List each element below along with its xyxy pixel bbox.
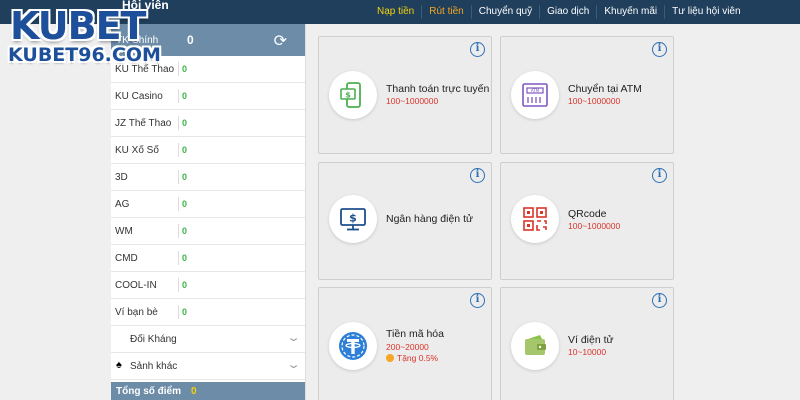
- card-range: 100~1000000: [386, 96, 439, 106]
- payment-card-ebanking[interactable]: i $ Ngân hàng điện tử: [318, 162, 492, 280]
- wallet-row: 3D 0: [111, 164, 305, 191]
- card-title: QRcode: [568, 208, 607, 220]
- payment-card-atm[interactable]: i ATM Chuyển tại ATM 100~1000000: [500, 36, 674, 154]
- mobile-payment-icon: $: [329, 71, 377, 119]
- svg-text:ATM: ATM: [531, 88, 540, 93]
- atm-icon: ATM: [511, 71, 559, 119]
- payment-card-online[interactable]: i $ Thanh toán trực tuyến 100~1000000: [318, 36, 492, 154]
- payment-card-crypto[interactable]: i Tiền mã hóa 200~20000 Tặng 0.5%: [318, 287, 492, 400]
- wallet-value: 0: [178, 305, 187, 319]
- wallet-label: AG: [115, 198, 130, 210]
- card-title: Tiền mã hóa: [386, 328, 444, 340]
- wallet-value: 0: [178, 197, 187, 211]
- refresh-icon[interactable]: ⟳: [274, 31, 287, 51]
- wallet-value: 0: [178, 251, 187, 265]
- info-icon[interactable]: i: [470, 168, 485, 183]
- wallet-value: 0: [178, 116, 187, 130]
- wallet-label: JZ Thể Thao: [115, 117, 172, 129]
- total-points-row: Tổng số điểm 0: [111, 382, 305, 400]
- card-title: Ví điện tử: [568, 334, 614, 346]
- e-wallet-icon: [511, 322, 559, 370]
- card-title: Chuyển tại ATM: [568, 83, 642, 95]
- info-icon[interactable]: i: [470, 293, 485, 308]
- wallet-row: JZ Thể Thao 0: [111, 110, 305, 137]
- card-title: Ngân hàng điện tử: [386, 213, 474, 225]
- svg-text:$: $: [345, 91, 351, 100]
- wallet-row: KU Xổ Số 0: [111, 137, 305, 164]
- main-nav: Nạp tiền Rút tiền Chuyển quỹ Giao dịch K…: [370, 0, 748, 24]
- chevron-down-icon: ⌄: [286, 332, 301, 344]
- group-versus[interactable]: Đối Kháng ⌄: [111, 326, 305, 353]
- kubet-logo: KUBET KUBET96.COM: [8, 4, 168, 74]
- card-range: 10~10000: [568, 347, 607, 357]
- wallet-row: WM 0: [111, 218, 305, 245]
- wallet-row: COOL-IN 0: [111, 272, 305, 299]
- info-icon[interactable]: i: [652, 42, 667, 57]
- wallet-value: 0: [178, 224, 187, 238]
- card-range: 100~1000000: [568, 221, 621, 231]
- logo-main-text: KUBET: [10, 4, 146, 48]
- spade-icon: ♠: [116, 359, 122, 371]
- main-account-value: 0: [187, 33, 194, 47]
- nav-deposit[interactable]: Nạp tiền: [370, 5, 423, 19]
- online-banking-icon: $: [329, 195, 377, 243]
- nav-transactions[interactable]: Giao dịch: [540, 5, 598, 19]
- wallet-label: CMD: [115, 252, 138, 264]
- info-icon[interactable]: i: [470, 42, 485, 57]
- group-other-lobby-label: Sảnh khác: [130, 360, 178, 372]
- info-icon[interactable]: i: [652, 293, 667, 308]
- payment-card-qrcode[interactable]: i QRcode 100~1000000: [500, 162, 674, 280]
- nav-withdraw[interactable]: Rút tiền: [422, 5, 472, 19]
- info-icon[interactable]: i: [652, 168, 667, 183]
- tether-icon: [329, 322, 377, 370]
- card-range: 100~1000000: [568, 96, 621, 106]
- wallet-value: 0: [178, 89, 187, 103]
- wallet-value: 0: [178, 62, 187, 76]
- qrcode-icon: [511, 195, 559, 243]
- nav-promotions[interactable]: Khuyến mãi: [597, 5, 666, 19]
- wallet-label: COOL-IN: [115, 279, 157, 291]
- wallet-label: KU Xổ Số: [115, 144, 159, 156]
- wallet-value: 0: [178, 278, 187, 292]
- wallet-row: CMD 0: [111, 245, 305, 272]
- svg-text:$: $: [349, 212, 357, 225]
- nav-transfer[interactable]: Chuyển quỹ: [472, 5, 541, 19]
- wallet-row: KU Casino 0: [111, 83, 305, 110]
- card-bonus-text: Tặng 0.5%: [397, 353, 439, 363]
- wallet-label: KU Casino: [115, 90, 163, 102]
- wallet-row: Ví bạn bè 0: [111, 299, 305, 326]
- logo-sub-text: KUBET96.COM: [8, 44, 161, 66]
- chevron-down-icon: ⌄: [286, 359, 301, 371]
- wallet-value: 0: [178, 170, 187, 184]
- group-versus-label: Đối Kháng: [130, 333, 177, 345]
- payment-card-ewallet[interactable]: i Ví điện tử 10~10000: [500, 287, 674, 400]
- total-points-label: Tổng số điểm: [116, 385, 181, 397]
- wallet-label: 3D: [115, 171, 128, 183]
- wallet-label: Ví bạn bè: [115, 306, 158, 318]
- wallet-value: 0: [178, 143, 187, 157]
- nav-member-profile[interactable]: Tư liệu hội viên: [665, 5, 747, 19]
- card-range: 200~20000: [386, 342, 429, 352]
- wallet-row: AG 0: [111, 191, 305, 218]
- coin-icon: [386, 354, 394, 362]
- card-title: Thanh toán trực tuyến: [386, 83, 490, 95]
- balance-sidebar: TK Chính 0 ⟳ KU Thể Thao 0 KU Casino 0 JZ …: [111, 24, 306, 400]
- group-other-lobby[interactable]: ♠ Sảnh khác ⌄: [111, 353, 305, 380]
- total-points-value: 0: [191, 385, 197, 397]
- wallet-label: WM: [115, 225, 133, 237]
- card-bonus: Tặng 0.5%: [386, 353, 438, 363]
